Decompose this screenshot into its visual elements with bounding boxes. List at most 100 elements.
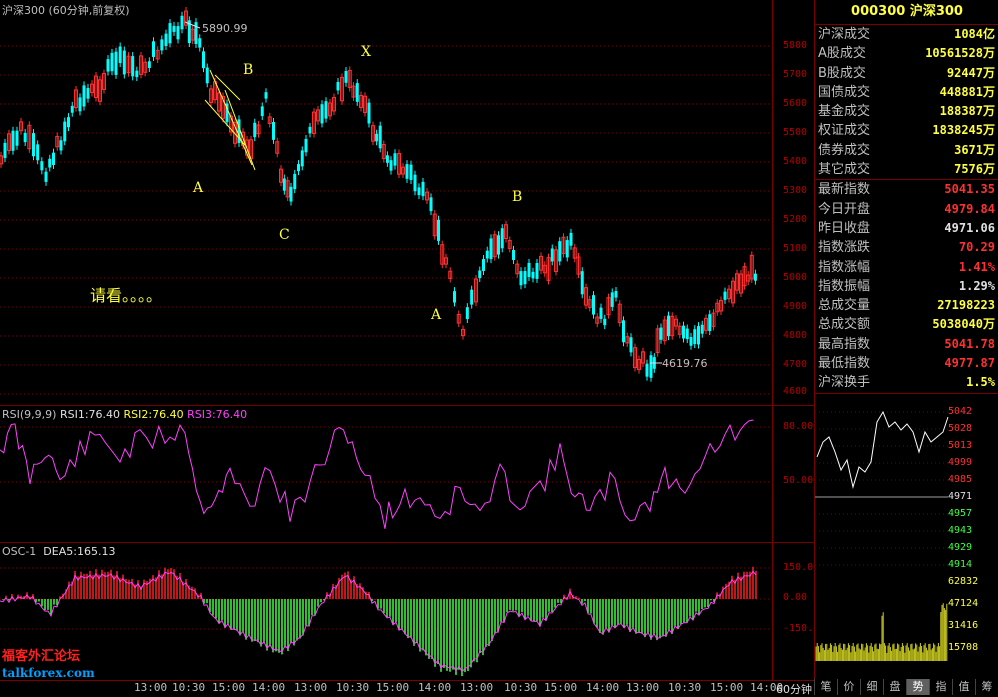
rsi-tick: 50.00 — [783, 475, 814, 486]
info-key: 权证成交 — [818, 123, 871, 139]
candle-body — [131, 56, 135, 77]
price-tick: 4600 — [783, 386, 808, 397]
candle-body — [67, 117, 70, 128]
price-tick: 4900 — [783, 301, 808, 312]
info-key: 最高指数 — [818, 336, 871, 352]
candle-body — [500, 228, 504, 249]
candle-body — [622, 320, 625, 343]
time-tick: 15:00 — [544, 681, 578, 694]
rsi3-value: RSI3:76.40 — [187, 408, 248, 421]
info-key: 沪深换手 — [818, 375, 871, 391]
time-tick: 13:00 — [294, 681, 328, 694]
price-tick: 5200 — [783, 214, 808, 225]
price-tick: 5000 — [783, 272, 808, 283]
info-row: 债券成交 3671万 — [815, 141, 998, 160]
mini-tick: 5028 — [948, 423, 973, 434]
candle-body — [569, 232, 573, 246]
rsi-pane[interactable]: RSI(9,9,9) RSI1:76.40 RSI2:76.40 RSI3:76… — [0, 406, 772, 542]
candle-body — [15, 130, 19, 146]
time-tick: 15:00 — [212, 681, 246, 694]
info-value: 10561528万 — [925, 46, 995, 61]
osc-tick: 150.0 — [783, 562, 814, 573]
rsi-axis: 80.00 50.00 — [772, 406, 815, 542]
candle-body — [32, 133, 35, 157]
info-row: 总成交量 27198223 — [815, 296, 998, 315]
mini-tick: 4914 — [948, 559, 973, 570]
wave-label-x: X — [361, 44, 371, 60]
candle-body — [135, 70, 139, 78]
info-key: B股成交 — [818, 65, 866, 81]
info-key: 最新指数 — [818, 182, 871, 198]
tab-zhi[interactable]: 指 — [929, 679, 952, 695]
mini-price-line — [816, 410, 949, 489]
candle-body — [194, 22, 198, 44]
wave-label-b1: B — [243, 62, 254, 78]
osc-chart[interactable] — [0, 543, 772, 680]
candle-body — [324, 101, 328, 119]
candle-body — [367, 102, 371, 124]
candle-body — [629, 337, 633, 353]
time-tick: 14:00 — [586, 681, 620, 694]
info-value: 27198223 — [937, 298, 995, 313]
candle-body — [202, 51, 205, 69]
low-price-label: 4619.76 — [662, 357, 708, 370]
tab-jia[interactable]: 价 — [837, 679, 860, 695]
info-key: 国债成交 — [818, 84, 871, 100]
candle-body — [110, 52, 114, 72]
time-tick: 13:00 — [460, 681, 494, 694]
info-row: 最低指数 4977.87 — [815, 354, 998, 373]
candle-body — [667, 315, 670, 337]
osc-pane[interactable]: OSC-1 DEA5:165.13 福客外汇论坛 talkforex.com — [0, 543, 772, 680]
rsi-legend: RSI(9,9,9) RSI1:76.40 RSI2:76.40 RSI3:76… — [2, 408, 247, 421]
candle-body — [689, 337, 693, 346]
index-group: 最新指数 5041.35 今日开盘 4979.84 昨日收盘 4971.06 指数涨跌… — [815, 180, 998, 394]
info-key: 昨日收盘 — [818, 220, 871, 236]
candle-body — [180, 15, 184, 30]
candle-body — [253, 122, 257, 138]
candle-body — [78, 97, 82, 112]
info-row: 权证成交 1838245万 — [815, 121, 998, 140]
info-key: 总成交量 — [818, 298, 871, 314]
tab-bi[interactable]: 笔 — [814, 679, 837, 695]
info-value: 1084亿 — [954, 27, 995, 41]
tab-zhi2[interactable]: 值 — [952, 679, 975, 695]
info-key: A股成交 — [818, 46, 866, 62]
candle-body — [385, 155, 389, 163]
info-row: 沪深成交 1084亿 — [815, 25, 998, 44]
price-chart-pane[interactable]: 沪深300 (60分钟,前复权) 5890.99 4619.76 请看。。。。 … — [0, 0, 772, 431]
peak-price-label: 5890.99 — [202, 22, 248, 35]
mini-vol-tick: 31416 — [948, 620, 979, 631]
info-row: 最高指数 5041.78 — [815, 335, 998, 354]
candle-body — [44, 171, 48, 182]
candle-body — [320, 104, 324, 124]
info-key: 最低指数 — [818, 356, 871, 372]
time-tick: 10:30 — [504, 681, 538, 694]
candle-body — [429, 197, 433, 212]
candle-body — [308, 126, 312, 134]
mini-tick: 4971 — [948, 491, 973, 502]
info-key: 其它成交 — [818, 162, 871, 178]
osc-legend: OSC-1 DEA5:165.13 — [2, 545, 115, 558]
info-value: 5038040万 — [932, 317, 995, 332]
rsi2-value: RSI2:76.40 — [123, 408, 184, 421]
candle-body — [63, 121, 67, 142]
osc-tick: 0.00 — [783, 592, 808, 603]
candle-body — [417, 187, 421, 196]
rsi-tick: 80.00 — [783, 421, 814, 432]
panel-tabs: 笔 价 细 盘 势 指 值 筹 — [814, 679, 998, 695]
info-key: 沪深成交 — [818, 27, 871, 42]
candle-body — [485, 250, 489, 259]
tab-xi[interactable]: 细 — [860, 679, 883, 695]
rsi-chart[interactable] — [0, 406, 772, 542]
mini-vol-tick: 62832 — [948, 576, 979, 587]
candle-body — [114, 51, 118, 75]
tab-shi[interactable]: 势 — [906, 679, 929, 695]
info-value: 3671万 — [954, 142, 995, 157]
tab-pan[interactable]: 盘 — [883, 679, 906, 695]
mini-tick: 4929 — [948, 542, 973, 553]
info-row: A股成交 10561528万 — [815, 44, 998, 63]
candle-body — [512, 249, 515, 260]
candlestick-chart[interactable] — [0, 0, 772, 405]
info-row: 总成交额 5038040万 — [815, 315, 998, 334]
tab-chou[interactable]: 筹 — [975, 679, 998, 695]
